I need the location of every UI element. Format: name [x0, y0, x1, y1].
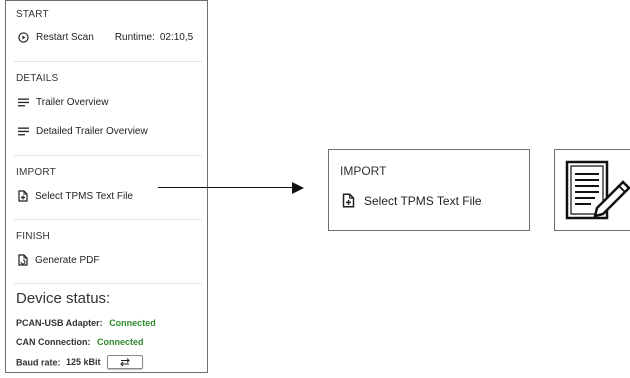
- section-divider: [14, 219, 202, 220]
- import-zoom-callout: IMPORT Select TPMS Text File: [328, 149, 530, 231]
- runtime-value: 02:10,5: [159, 32, 194, 43]
- finish-section-title: FINISH: [16, 231, 50, 242]
- play-circle-icon: [18, 32, 29, 43]
- select-tpms-file-label: Select TPMS Text File: [35, 190, 133, 202]
- zoom-import-title: IMPORT: [340, 164, 387, 178]
- file-add-icon: [18, 190, 28, 202]
- generate-pdf-label: Generate PDF: [35, 254, 100, 266]
- restart-scan-button[interactable]: Restart Scan Runtime: 02:10,5: [18, 32, 193, 43]
- document-pen-icon: [565, 160, 630, 220]
- section-divider: [14, 283, 202, 284]
- swap-arrows-icon: [120, 358, 130, 367]
- callout-arrow-line: [158, 187, 300, 188]
- document-illustration-box: [554, 149, 630, 231]
- baud-rate-row: Baud rate: 125 kBit: [16, 355, 144, 370]
- trailer-overview-label: Trailer Overview: [36, 97, 109, 108]
- device-status-title: Device status:: [16, 290, 111, 307]
- zoom-select-tpms-file-item[interactable]: Select TPMS Text File: [342, 193, 482, 208]
- baud-rate-label: Baud rate:: [16, 357, 61, 368]
- pcan-adapter-label: PCAN-USB Adapter:: [16, 318, 103, 328]
- baud-rate-value: 125 kBit: [66, 357, 101, 368]
- zoom-select-tpms-file-label: Select TPMS Text File: [364, 193, 482, 208]
- baud-rate-change-button[interactable]: [107, 355, 144, 369]
- pcan-adapter-value: Connected: [109, 318, 156, 328]
- generate-pdf-item[interactable]: Generate PDF: [18, 254, 99, 266]
- section-divider: [14, 61, 202, 62]
- can-connection-status: CAN Connection: Connected: [16, 337, 144, 347]
- start-section-title: START: [16, 9, 49, 20]
- restart-scan-label: Restart Scan: [36, 32, 94, 43]
- can-connection-label: CAN Connection:: [16, 337, 91, 347]
- runtime-label: Runtime:: [114, 32, 155, 43]
- can-connection-value: Connected: [97, 337, 144, 347]
- select-tpms-file-item[interactable]: Select TPMS Text File: [18, 190, 133, 202]
- callout-arrow-head: [292, 182, 304, 194]
- section-divider: [14, 155, 202, 156]
- import-section-title: IMPORT: [16, 167, 56, 178]
- detailed-trailer-overview-item[interactable]: Detailed Trailer Overview: [18, 126, 148, 137]
- file-refresh-icon: [18, 254, 28, 266]
- detailed-trailer-overview-label: Detailed Trailer Overview: [36, 126, 148, 137]
- file-add-icon: [342, 193, 355, 208]
- list-lines-icon: [18, 98, 29, 107]
- trailer-overview-item[interactable]: Trailer Overview: [18, 97, 108, 108]
- list-lines-icon: [18, 127, 29, 136]
- details-section-title: DETAILS: [16, 73, 59, 84]
- pcan-adapter-status: PCAN-USB Adapter: Connected: [16, 318, 156, 328]
